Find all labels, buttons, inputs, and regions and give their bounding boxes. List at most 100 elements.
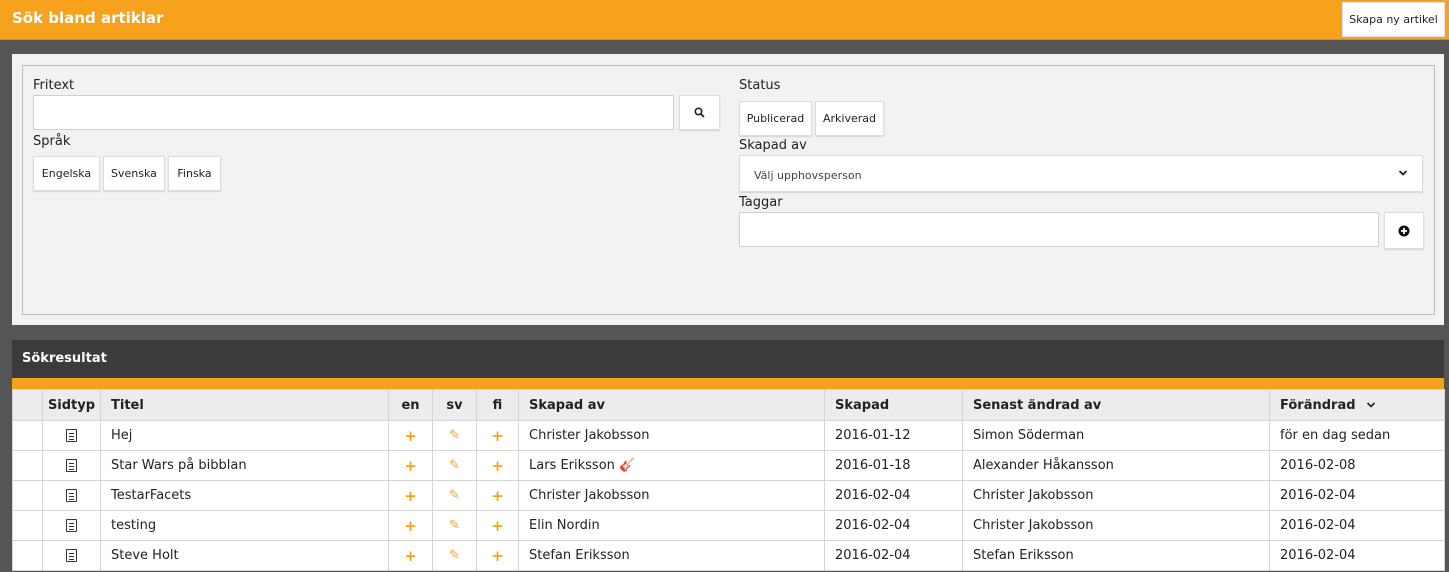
modified-date-cell: 2016-02-04: [1269, 480, 1445, 511]
row-select-cell[interactable]: [12, 480, 43, 511]
add-translation-icon[interactable]: +: [491, 517, 504, 535]
column-header-select: [12, 389, 43, 421]
lang-sv-cell[interactable]: ✎: [432, 540, 477, 571]
row-select-cell[interactable]: [12, 510, 43, 541]
lang-en-cell[interactable]: +: [388, 420, 433, 451]
created-by-name: Christer Jakobsson: [529, 428, 650, 443]
table-row[interactable]: Steve Holt + ✎ + Stefan Eriksson 2016-02-04 St…: [12, 540, 1445, 571]
title-cell[interactable]: TestarFacets: [100, 480, 389, 511]
results-accent-strip: [12, 378, 1444, 389]
column-header-titel[interactable]: Titel: [100, 389, 389, 421]
row-select-cell[interactable]: [12, 540, 43, 571]
column-header-skapad-av[interactable]: Skapad av: [518, 389, 825, 421]
column-header-forandrad[interactable]: Förändrad: [1269, 389, 1445, 421]
document-icon: [66, 519, 77, 532]
lang-en-cell[interactable]: +: [388, 510, 433, 541]
table-row[interactable]: testing + ✎ + Elin Nordin 2016-02-04 Christer …: [12, 510, 1445, 541]
table-row[interactable]: Hej + ✎ + Christer Jakobsson 2016-01-12 Simon …: [12, 420, 1445, 451]
lang-fi-cell[interactable]: +: [476, 420, 519, 451]
lang-en-cell[interactable]: +: [388, 450, 433, 481]
created-date-cell: 2016-02-04: [824, 540, 963, 571]
page-title: Sök bland artiklar: [12, 9, 164, 27]
status-publicerad-button[interactable]: Publicerad: [739, 101, 812, 136]
pencil-icon[interactable]: ✎: [449, 548, 460, 563]
pencil-icon[interactable]: ✎: [449, 428, 460, 443]
lang-fi-cell[interactable]: +: [476, 540, 519, 571]
add-translation-icon[interactable]: +: [491, 547, 504, 565]
search-button[interactable]: [679, 95, 720, 130]
lang-fi-cell[interactable]: +: [476, 510, 519, 541]
chevron-down-icon: [1366, 402, 1376, 408]
pencil-icon[interactable]: ✎: [449, 488, 460, 503]
filter-form: Fritext Språk Engelska Svenska Finska St…: [22, 65, 1435, 315]
pencil-icon[interactable]: ✎: [449, 458, 460, 473]
column-header-sv[interactable]: sv: [432, 389, 477, 421]
modified-by-cell: Simon Söderman: [962, 420, 1270, 451]
modified-date-cell: för en dag sedan: [1269, 420, 1445, 451]
lang-fi-cell[interactable]: +: [476, 480, 519, 511]
add-translation-icon[interactable]: +: [491, 487, 504, 505]
chevron-down-icon: [1398, 166, 1408, 181]
tags-input[interactable]: [739, 212, 1379, 247]
title-cell[interactable]: testing: [100, 510, 389, 541]
table-row[interactable]: TestarFacets + ✎ + Christer Jakobsson 2016-02…: [12, 480, 1445, 511]
add-translation-icon[interactable]: +: [404, 517, 417, 535]
lang-en-cell[interactable]: +: [388, 480, 433, 511]
modified-date-cell: 2016-02-08: [1269, 450, 1445, 481]
plus-circle-icon: [1398, 225, 1410, 236]
column-header-fi[interactable]: fi: [476, 389, 519, 421]
table-row[interactable]: Star Wars på bibblan + ✎ + Lars Eriksson 🎸 20…: [12, 450, 1445, 481]
sprak-label: Språk: [33, 134, 71, 149]
row-select-cell[interactable]: [12, 420, 43, 451]
page-type-cell: [42, 450, 101, 481]
lang-en-cell[interactable]: +: [388, 540, 433, 571]
row-select-cell[interactable]: [12, 450, 43, 481]
document-icon: [66, 429, 77, 442]
top-bar: Sök bland artiklar Skapa ny artikel: [0, 0, 1449, 40]
modified-date-cell: 2016-02-04: [1269, 510, 1445, 541]
title-cell[interactable]: Hej: [100, 420, 389, 451]
author-select-placeholder: Välj upphovsperson: [754, 169, 862, 182]
author-select[interactable]: Välj upphovsperson: [739, 155, 1423, 192]
document-icon: [66, 489, 77, 502]
created-by-name: Lars Eriksson: [529, 458, 615, 473]
pencil-icon[interactable]: ✎: [449, 518, 460, 533]
created-date-cell: 2016-01-12: [824, 420, 963, 451]
column-header-sidtyp[interactable]: Sidtyp: [42, 389, 101, 421]
language-svenska-button[interactable]: Svenska: [103, 156, 165, 191]
column-header-senast-andrad-av[interactable]: Senast ändrad av: [962, 389, 1270, 421]
column-header-skapad[interactable]: Skapad: [824, 389, 963, 421]
title-cell[interactable]: Steve Holt: [100, 540, 389, 571]
fritext-label: Fritext: [33, 78, 75, 93]
add-translation-icon[interactable]: +: [491, 457, 504, 475]
created-date-cell: 2016-02-04: [824, 480, 963, 511]
add-tag-button[interactable]: [1384, 212, 1424, 249]
document-icon: [66, 459, 77, 472]
modified-by-cell: Stefan Eriksson: [962, 540, 1270, 571]
lang-sv-cell[interactable]: ✎: [432, 480, 477, 511]
fritext-input[interactable]: [33, 95, 674, 130]
created-by-cell: Stefan Eriksson: [518, 540, 825, 571]
create-article-button[interactable]: Skapa ny artikel: [1342, 2, 1445, 37]
page-type-cell: [42, 420, 101, 451]
language-finska-button[interactable]: Finska: [168, 156, 221, 191]
results-title: Sökresultat: [22, 351, 107, 366]
table-header-row: Sidtyp Titel en sv fi Skapad av Skapad S…: [12, 389, 1445, 421]
lang-sv-cell[interactable]: ✎: [432, 420, 477, 451]
column-header-en[interactable]: en: [388, 389, 433, 421]
created-by-cell: Christer Jakobsson: [518, 420, 825, 451]
add-translation-icon[interactable]: +: [491, 427, 504, 445]
created-date-cell: 2016-02-04: [824, 510, 963, 541]
language-engelska-button[interactable]: Engelska: [33, 156, 100, 191]
add-translation-icon[interactable]: +: [404, 427, 417, 445]
add-translation-icon[interactable]: +: [404, 487, 417, 505]
status-label: Status: [739, 78, 781, 93]
lang-sv-cell[interactable]: ✎: [432, 450, 477, 481]
lang-fi-cell[interactable]: +: [476, 450, 519, 481]
status-arkiverad-button[interactable]: Arkiverad: [815, 101, 884, 136]
lang-sv-cell[interactable]: ✎: [432, 510, 477, 541]
skapad-av-label: Skapad av: [739, 138, 807, 153]
title-cell[interactable]: Star Wars på bibblan: [100, 450, 389, 481]
add-translation-icon[interactable]: +: [404, 547, 417, 565]
add-translation-icon[interactable]: +: [404, 457, 417, 475]
